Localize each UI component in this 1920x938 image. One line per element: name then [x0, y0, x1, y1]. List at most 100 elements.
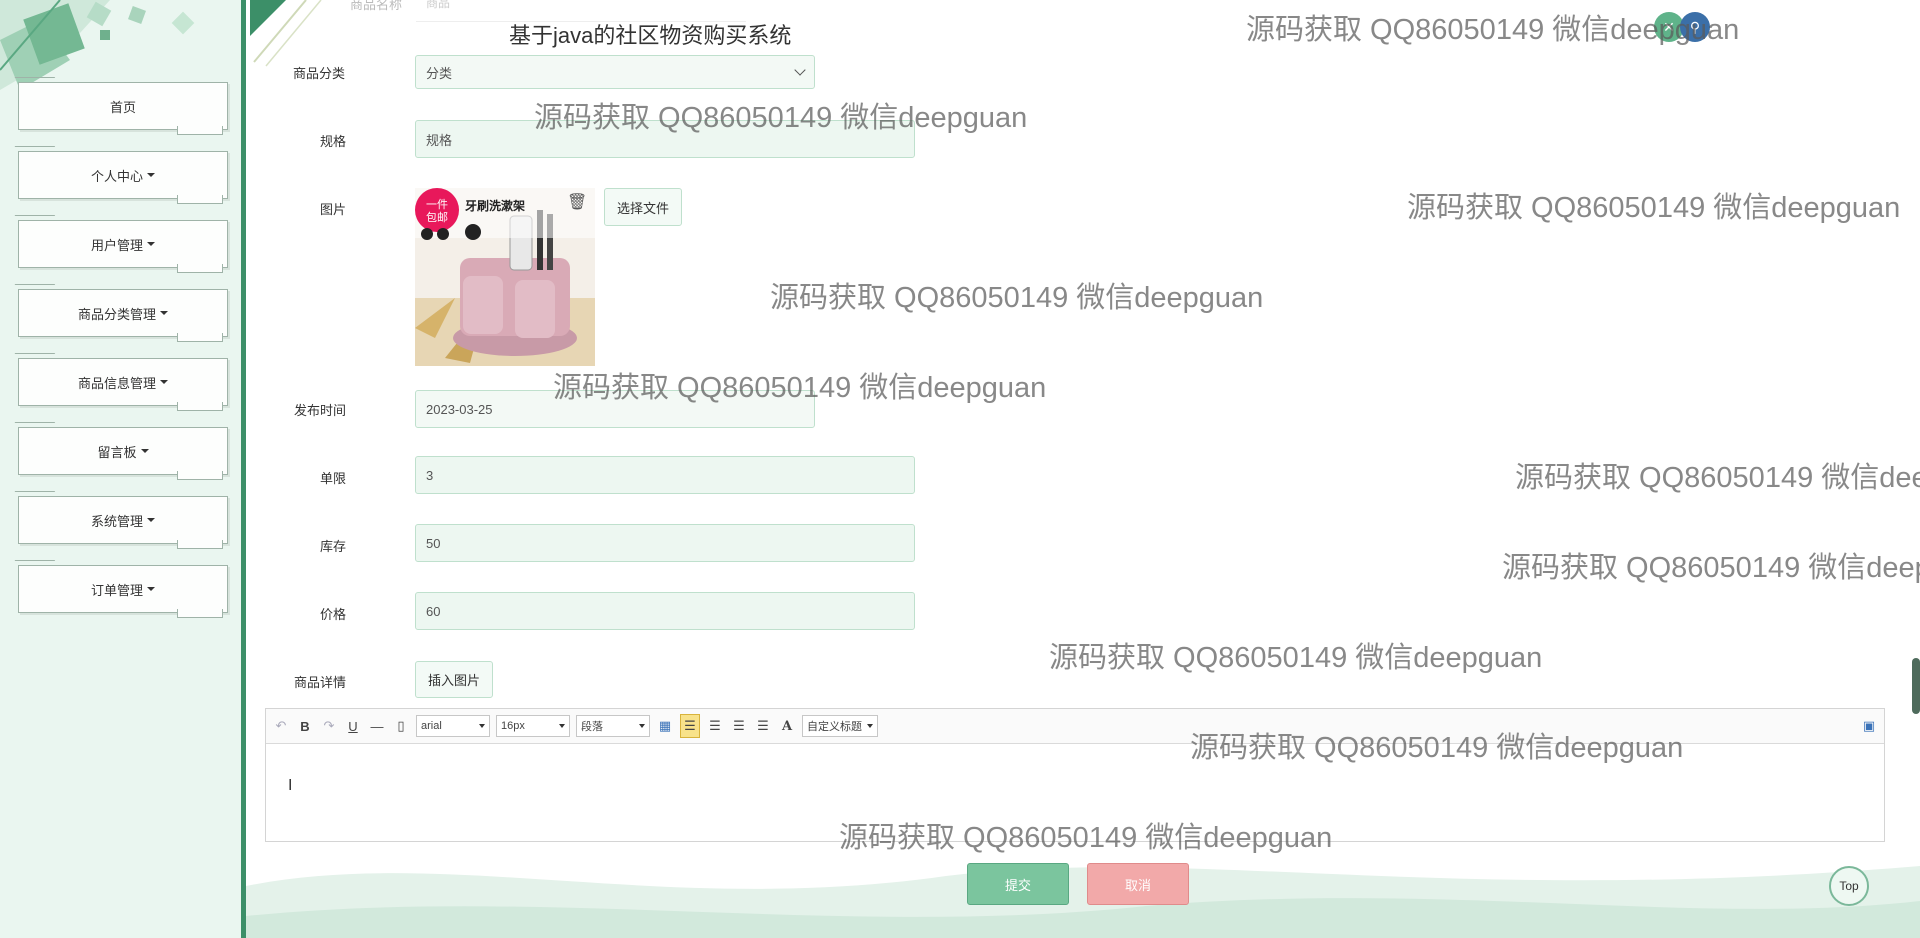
- watermark: 源码获取 QQ86050149 微信deepguan: [770, 282, 1264, 314]
- stock-value: 50: [426, 535, 441, 551]
- category-label: 商品分类: [292, 66, 345, 81]
- sidebar-item-home[interactable]: 首页: [18, 82, 228, 135]
- stock-label: 库存: [319, 539, 346, 554]
- publish-time-value: 2023-03-25: [426, 401, 493, 417]
- trash-icon[interactable]: 🗑: [567, 192, 587, 212]
- caret-down-icon: [147, 173, 155, 177]
- sidebar-item-label: 用户管理: [90, 237, 143, 253]
- back-to-top-button[interactable]: Top: [1829, 866, 1869, 906]
- product-name-label: 商品名称: [350, 0, 403, 12]
- custom-title-select[interactable]: 自定义标题: [802, 715, 878, 737]
- sidebar-item-system-management[interactable]: 系统管理: [18, 496, 228, 549]
- caret-down-icon: [147, 587, 155, 591]
- category-select[interactable]: 分类: [415, 55, 815, 89]
- caret-down-icon: [147, 518, 155, 522]
- sidebar-item-user-management[interactable]: 用户管理: [18, 220, 228, 273]
- bold-icon[interactable]: B: [296, 715, 314, 737]
- user-icon[interactable]: ⚲: [1680, 12, 1710, 42]
- category-select-value: 分类: [426, 65, 453, 81]
- choose-file-button[interactable]: 选择文件: [604, 188, 683, 226]
- sidebar-item-order-management[interactable]: 订单管理: [18, 565, 228, 618]
- cancel-label: 取消: [1124, 877, 1151, 893]
- align-center-icon[interactable]: ☰: [730, 715, 748, 737]
- undo-icon[interactable]: ↶: [272, 715, 290, 737]
- sidebar-item-label: 个人中心: [90, 168, 143, 184]
- sidebar-item-label: 商品信息管理: [77, 375, 156, 391]
- price-input[interactable]: 60: [415, 592, 915, 630]
- main-content: 商品名称 商品 基于java的社区物资购买系统 ✕ ⚲ 商品分类 分类 规格 规…: [246, 0, 1920, 938]
- dropdown-icon: [559, 724, 565, 728]
- sidebar-item-label: 留言板: [97, 444, 137, 460]
- svg-text:一件: 一件: [426, 198, 448, 211]
- product-image-graphic: 一件 包邮 牙刷洗漱架: [415, 188, 595, 366]
- dropdown-icon: [479, 724, 485, 728]
- table-icon[interactable]: ▦: [656, 715, 674, 737]
- spec-label: 规格: [319, 134, 346, 149]
- caret-down-icon: [160, 380, 168, 384]
- sidebar: 首页 个人中心 用户管理 商品分类管理 商品信息管理 留言板 系统管理 订单管理: [0, 0, 246, 938]
- caret-down-icon: [147, 242, 155, 246]
- fullscreen-icon[interactable]: ▣: [1860, 715, 1878, 737]
- paragraph-select[interactable]: 段落: [576, 715, 650, 737]
- sidebar-item-product-management[interactable]: 商品信息管理: [18, 358, 228, 411]
- sidebar-item-label: 首页: [109, 99, 136, 115]
- detail-label: 商品详情: [293, 675, 346, 690]
- font-color-icon[interactable]: A: [778, 715, 796, 737]
- caret-down-icon: [160, 311, 168, 315]
- custom-title-value: 自定义标题: [807, 721, 862, 733]
- choose-file-label: 选择文件: [617, 200, 670, 216]
- limit-value: 3: [426, 467, 434, 483]
- caret-down-icon: [140, 449, 149, 453]
- watermark: 源码获取 QQ86050149 微信deepguan: [1502, 552, 1920, 584]
- sidebar-item-label: 商品分类管理: [77, 306, 156, 322]
- limit-label: 单限: [319, 471, 346, 486]
- font-size-select[interactable]: 16px: [496, 715, 570, 737]
- submit-label: 提交: [1004, 877, 1031, 893]
- product-image: 一件 包邮 牙刷洗漱架: [415, 188, 595, 366]
- spec-input[interactable]: 规格: [415, 120, 915, 158]
- align-right-icon[interactable]: ☰: [706, 715, 724, 737]
- publish-time-input[interactable]: 2023-03-25: [415, 390, 815, 428]
- limit-input[interactable]: 3: [415, 456, 915, 494]
- stock-input[interactable]: 50: [415, 524, 915, 562]
- redo-icon[interactable]: ↷: [320, 715, 338, 737]
- watermark: 源码获取 QQ86050149 微信deepguan: [1407, 192, 1901, 224]
- submit-button[interactable]: 提交: [967, 863, 1069, 905]
- svg-text:包邮: 包邮: [426, 211, 448, 224]
- horizontal-rule-icon[interactable]: —: [368, 715, 386, 737]
- cancel-button[interactable]: 取消: [1087, 863, 1189, 905]
- underline-icon[interactable]: U: [344, 715, 362, 737]
- header-icons: ✕ ⚲: [1654, 12, 1710, 42]
- watermark: 源码获取 QQ86050149 微信deepguan: [1049, 642, 1543, 674]
- font-family-select[interactable]: arial: [416, 715, 490, 737]
- dropdown-icon: [867, 724, 873, 728]
- rich-text-editor: ↶ B ↷ U — ▯ arial 16px 段落 ▦ ☰ ☰ ☰ ☰ A 自定…: [265, 708, 1885, 842]
- align-left-icon[interactable]: ☰: [680, 714, 700, 738]
- price-value: 60: [426, 603, 441, 619]
- editor-toolbar: ↶ B ↷ U — ▯ arial 16px 段落 ▦ ☰ ☰ ☰ ☰ A 自定…: [266, 709, 1884, 744]
- svg-text:牙刷洗漱架: 牙刷洗漱架: [465, 198, 525, 213]
- publish-time-label: 发布时间: [293, 403, 346, 418]
- watermark: 源码获取 QQ86050149 微信deepguan: [1515, 462, 1920, 494]
- spec-input-value: 规格: [426, 132, 453, 148]
- paste-icon[interactable]: ▯: [392, 715, 410, 737]
- sidebar-item-message-board[interactable]: 留言板: [18, 427, 228, 480]
- back-to-top-label: Top: [1839, 879, 1859, 893]
- insert-image-label: 插入图片: [428, 673, 481, 688]
- sidebar-item-label: 订单管理: [90, 582, 143, 598]
- font-size-value: 16px: [501, 720, 525, 732]
- sidebar-item-personal-center[interactable]: 个人中心: [18, 151, 228, 204]
- scrollbar-handle[interactable]: [1912, 658, 1920, 714]
- align-justify-icon[interactable]: ☰: [754, 715, 772, 737]
- footer-wave-decoration: [246, 866, 1920, 938]
- image-label: 图片: [319, 202, 346, 217]
- text-cursor-icon: I: [288, 777, 293, 794]
- dropdown-icon: [639, 724, 645, 728]
- editor-content-area[interactable]: [266, 744, 1884, 842]
- insert-image-button[interactable]: 插入图片: [415, 661, 494, 698]
- paragraph-value: 段落: [581, 721, 603, 733]
- page-title: 基于java的社区物资购买系统: [509, 23, 792, 48]
- sidebar-item-category-management[interactable]: 商品分类管理: [18, 289, 228, 342]
- font-family-value: arial: [421, 720, 442, 732]
- price-label: 价格: [319, 607, 346, 622]
